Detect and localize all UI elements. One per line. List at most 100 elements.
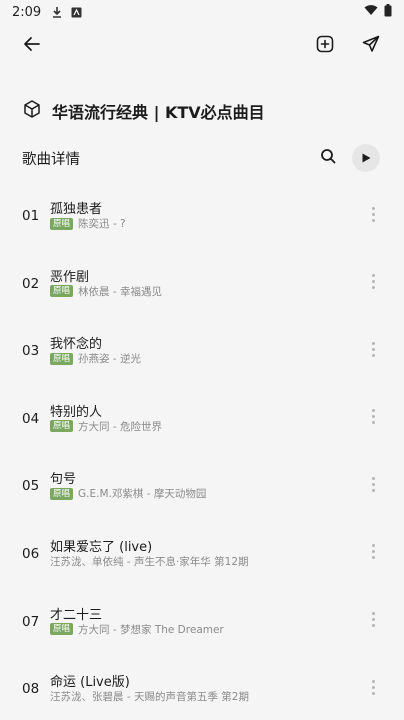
song-list: 01 孤独患者 原唱 陈奕迅 - ? 02 恶作剧 原唱 林依晨 - 幸福遇见 03 我怀念的 原唱… xyxy=(0,190,404,720)
song-title: 孤独患者 xyxy=(50,202,103,217)
song-row[interactable]: 05 句号 原唱 G.E.M.邓紫棋 - 摩天动物园 xyxy=(0,460,404,528)
song-subtitle: 汪苏泷、张碧晨 - 天赐的声音第五季 第2期 xyxy=(50,689,360,704)
dot xyxy=(371,612,375,616)
dot xyxy=(371,280,375,284)
track-number: 06 xyxy=(22,545,40,562)
more-options-button[interactable] xyxy=(364,470,382,498)
song-row[interactable]: 06 如果爱忘了 (live) 汪苏泷、单依纯 - 声生不息·家年华 第12期 xyxy=(0,528,404,596)
more-options-button[interactable] xyxy=(364,606,382,634)
song-subtitle: 汪苏泷、单依纯 - 声生不息·家年华 第12期 xyxy=(50,554,360,569)
dot xyxy=(371,347,375,351)
dot xyxy=(371,488,375,492)
song-row[interactable]: 04 特别的人 原唱 方大同 - 危险世界 xyxy=(0,393,404,461)
more-options-button[interactable] xyxy=(364,200,382,228)
dot xyxy=(371,544,375,548)
app-notification-icon xyxy=(71,7,82,18)
song-title: 恶作剧 xyxy=(50,269,90,285)
dot xyxy=(371,218,375,222)
song-subtitle: 原唱 陈奕迅 - ? xyxy=(50,216,360,231)
section-label: 歌曲详情 xyxy=(22,151,80,168)
song-title: 特别的人 xyxy=(50,404,103,420)
track-number: 02 xyxy=(22,275,40,292)
back-button[interactable] xyxy=(14,28,50,64)
more-vertical-icon xyxy=(371,612,375,628)
song-title: 如果爱忘了 (live) xyxy=(50,539,153,555)
playlist-title: 华语流行经典 | KTV必点曲目 xyxy=(52,103,265,122)
dot xyxy=(371,206,375,210)
song-row[interactable]: 03 我怀念的 原唱 孙燕姿 - 逆光 xyxy=(0,325,404,393)
send-icon xyxy=(361,34,381,58)
song-title: 才二十三 xyxy=(50,607,103,623)
original-singer-badge: 原唱 xyxy=(50,487,74,500)
artist-album: G.E.M.邓紫棋 - 摩天动物园 xyxy=(78,488,207,501)
track-number: 04 xyxy=(22,410,40,427)
more-options-button[interactable] xyxy=(364,335,382,363)
track-number: 08 xyxy=(22,681,40,698)
track-number: 07 xyxy=(22,613,40,630)
arrow-left-icon xyxy=(22,34,42,58)
status-bar: 2:09 xyxy=(0,0,404,24)
dot xyxy=(371,624,375,628)
dot xyxy=(371,556,375,560)
search-icon xyxy=(320,148,336,168)
more-vertical-icon xyxy=(371,274,375,290)
dot xyxy=(371,618,375,622)
song-subtitle: 原唱 孙燕姿 - 逆光 xyxy=(50,351,360,366)
dot xyxy=(371,482,375,486)
song-title: 命运 (Live版) xyxy=(50,675,130,691)
song-row[interactable]: 01 孤独患者 原唱 陈奕迅 - ? xyxy=(0,190,404,258)
original-singer-badge: 原唱 xyxy=(50,623,74,636)
dot xyxy=(371,691,375,695)
song-title: 我怀念的 xyxy=(50,337,103,353)
top-app-bar xyxy=(0,28,404,68)
dot xyxy=(371,476,375,480)
song-title: 句号 xyxy=(50,472,77,488)
dot xyxy=(371,550,375,554)
dot xyxy=(371,409,375,413)
track-number: 05 xyxy=(22,478,40,495)
plus-square-icon xyxy=(315,34,335,58)
cube-icon xyxy=(22,99,42,123)
dot xyxy=(371,341,375,345)
song-row[interactable]: 08 命运 (Live版) 汪苏泷、张碧晨 - 天赐的声音第五季 第2期 xyxy=(0,663,404,720)
more-vertical-icon xyxy=(371,409,375,425)
song-subtitle: 原唱 方大同 - 梦想家 The Dreamer xyxy=(50,622,360,637)
battery-icon xyxy=(384,3,392,21)
dot xyxy=(371,415,375,419)
more-vertical-icon xyxy=(371,679,375,695)
play-icon xyxy=(360,149,372,168)
dot xyxy=(371,685,375,689)
share-button[interactable] xyxy=(353,28,389,64)
play-all-button[interactable] xyxy=(352,144,380,172)
dot xyxy=(371,679,375,683)
artist-album: 方大同 - 危险世界 xyxy=(78,420,162,433)
more-vertical-icon xyxy=(371,544,375,560)
song-row[interactable]: 02 恶作剧 原唱 林依晨 - 幸福遇见 xyxy=(0,258,404,326)
artist-album: 陈奕迅 - ? xyxy=(78,218,126,230)
artist-album: 方大同 - 梦想家 The Dreamer xyxy=(78,623,224,636)
wifi-icon xyxy=(364,4,378,20)
original-singer-badge: 原唱 xyxy=(50,285,74,298)
more-options-button[interactable] xyxy=(364,673,382,701)
add-to-playlist-button[interactable] xyxy=(307,28,343,64)
original-singer-badge: 原唱 xyxy=(50,352,74,365)
dot xyxy=(371,353,375,357)
song-row[interactable]: 07 才二十三 原唱 方大同 - 梦想家 The Dreamer xyxy=(0,596,404,664)
dot xyxy=(371,274,375,278)
more-vertical-icon xyxy=(371,206,375,222)
more-vertical-icon xyxy=(371,476,375,492)
artist-album: 汪苏泷、单依纯 - 声生不息·家年华 第12期 xyxy=(50,555,249,568)
original-singer-badge: 原唱 xyxy=(50,217,74,230)
search-button[interactable] xyxy=(314,144,342,172)
more-options-button[interactable] xyxy=(364,268,382,296)
song-subtitle: 原唱 林依晨 - 幸福遇见 xyxy=(50,284,360,299)
track-number: 03 xyxy=(22,343,40,360)
artist-album: 汪苏泷、张碧晨 - 天赐的声音第五季 第2期 xyxy=(50,691,249,704)
song-subtitle: 原唱 G.E.M.邓紫棋 - 摩天动物园 xyxy=(50,486,360,501)
artist-album: 林依晨 - 幸福遇见 xyxy=(78,285,162,298)
more-vertical-icon xyxy=(371,341,375,357)
dot xyxy=(371,421,375,425)
dot xyxy=(371,286,375,290)
more-options-button[interactable] xyxy=(364,403,382,431)
more-options-button[interactable] xyxy=(364,538,382,566)
